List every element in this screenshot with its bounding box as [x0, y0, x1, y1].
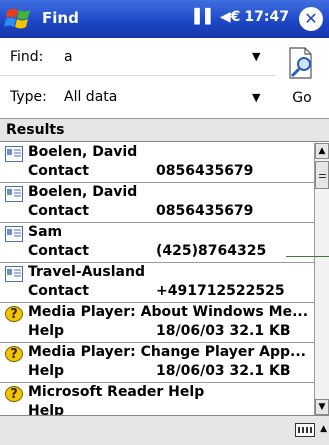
result-type: Contact	[28, 203, 89, 219]
contact-card-icon	[5, 266, 23, 282]
scroll-down-icon[interactable]: ▼	[315, 399, 329, 415]
title-bar: Find ▌▌ ◀€ 17:47 ✕	[0, 0, 329, 38]
go-button[interactable]: Go	[277, 40, 327, 116]
keyboard-icon[interactable]	[295, 423, 315, 437]
windows-flag-icon[interactable]	[4, 5, 34, 33]
list-item[interactable]: ? Media Player: About Windows Me... Help…	[0, 303, 314, 343]
result-name: Sam	[28, 224, 63, 240]
clock[interactable]: 17:47	[244, 9, 289, 25]
result-name: Boelen, David	[28, 144, 138, 160]
result-name: Media Player: Change Player App...	[28, 344, 306, 360]
result-detail: 18/06/03 32.1 KB	[156, 363, 291, 379]
result-detail: 0856435679	[156, 203, 254, 219]
chevron-down-icon[interactable]: ▼	[252, 91, 268, 104]
result-type: Contact	[28, 163, 89, 179]
result-type: Contact	[28, 283, 89, 299]
result-type: Contact	[28, 243, 89, 259]
app-title: Find	[42, 9, 79, 27]
help-question-icon: ?	[5, 386, 23, 402]
type-dropdown[interactable]: Type: All data ▼	[0, 78, 276, 116]
result-name: Travel-Ausland	[28, 264, 145, 280]
signal-icon[interactable]: ▌▌	[194, 9, 216, 25]
results-scrollbar[interactable]: ▲ ▼	[314, 143, 329, 415]
type-select[interactable]: All data	[64, 89, 252, 105]
results-list[interactable]: Boelen, David Contact 0856435679 Boelen,…	[0, 143, 314, 415]
find-label: Find:	[10, 48, 44, 65]
results-header: Results	[0, 118, 329, 142]
result-type: Help	[28, 323, 65, 339]
system-tray: ▌▌ ◀€ 17:47	[194, 9, 289, 25]
help-question-icon: ?	[5, 306, 23, 322]
result-type: Help	[28, 403, 65, 415]
input-panel-arrow-icon[interactable]: ▲	[320, 424, 327, 434]
magnifier-page-icon	[289, 47, 312, 79]
contact-card-icon	[5, 226, 23, 242]
list-item[interactable]: Travel-Ausland Contact +491712522525	[0, 263, 314, 303]
list-item[interactable]: Sam Contact (425)8764325	[0, 223, 314, 263]
result-detail: (425)8764325	[156, 243, 267, 259]
help-question-icon: ?	[5, 346, 23, 362]
list-item[interactable]: Boelen, David Contact 0856435679	[0, 183, 314, 223]
result-detail: +491712522525	[156, 283, 285, 299]
result-type: Help	[28, 363, 65, 379]
result-name: Media Player: About Windows Me...	[28, 304, 309, 320]
result-name: Microsoft Reader Help	[28, 384, 205, 400]
find-panel: Find: a ▼ Type: All data ▼ Go	[0, 38, 329, 118]
result-name: Boelen, David	[28, 184, 138, 200]
go-label: Go	[292, 90, 312, 106]
chevron-down-icon[interactable]: ▼	[252, 50, 268, 63]
type-label: Type:	[10, 89, 47, 105]
scroll-thumb[interactable]	[315, 161, 329, 189]
find-input[interactable]: a	[64, 49, 252, 65]
volume-icon[interactable]: ◀€	[220, 9, 241, 25]
list-item[interactable]: ? Media Player: Change Player App... Hel…	[0, 343, 314, 383]
find-field[interactable]: Find: a ▼	[0, 38, 276, 76]
contact-card-icon	[5, 146, 23, 162]
list-item[interactable]: ? Microsoft Reader Help Help	[0, 383, 314, 415]
callout-line	[286, 256, 329, 257]
contact-card-icon	[5, 186, 23, 202]
result-detail: 18/06/03 32.1 KB	[156, 323, 291, 339]
list-item[interactable]: Boelen, David Contact 0856435679	[0, 143, 314, 183]
menu-bar: ▲	[0, 415, 329, 445]
scroll-up-icon[interactable]: ▲	[315, 143, 329, 159]
close-icon[interactable]: ✕	[299, 7, 323, 31]
grip-icon	[319, 174, 326, 175]
result-detail: 0856435679	[156, 163, 254, 179]
